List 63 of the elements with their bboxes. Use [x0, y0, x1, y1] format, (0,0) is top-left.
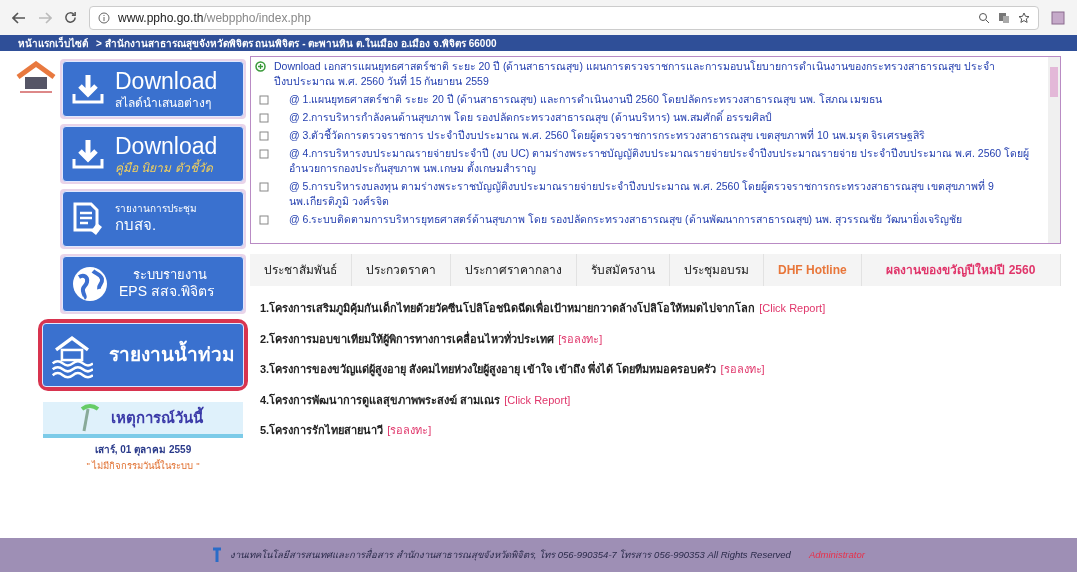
zoom-icon[interactable]	[978, 11, 990, 24]
plus-circle-icon	[255, 61, 266, 72]
pin-icon	[212, 547, 223, 563]
extension-icon[interactable]	[1051, 10, 1065, 25]
button-title: ระบบรายงาน	[133, 267, 208, 284]
no-events-text: " ไม่มีกิจกรรมวันนี้ในระบบ "	[86, 459, 200, 473]
button-subtitle: คู่มือ นิยาม ตัวชี้วัด	[115, 160, 214, 176]
address-bar[interactable]: www.ppho.go.th/webppho/index.php	[89, 5, 1039, 30]
sidebar-button[interactable]: รายงานการประชุม กบสจ.	[62, 191, 244, 247]
report-link[interactable]: [รอลงทะ]	[387, 422, 432, 439]
star-icon[interactable]	[1018, 11, 1030, 24]
download-icon	[71, 137, 105, 171]
sidebar-button[interactable]: ระบบรายงาน EPS สสจ.พิจิตร	[62, 256, 244, 312]
project-title: 1.โครงการเสริมภูมิคุ้มกันเด็กไทยด้วยวัคซีนโปลิโอชนิดฉีดเพื่อเป้าหมายกวาดล้างโปลิโอให้หมดไปจากโลก	[260, 300, 756, 317]
house-logo	[14, 61, 58, 95]
tab[interactable]: ประกาศราคากลาง	[451, 254, 577, 286]
report-link[interactable]: [รอลงทะ]	[558, 330, 603, 347]
project-title: 2.โครงการมอบขาเทียมให้ผู้พิการทางการเคลื่อนไหวทั่วประเทศ	[260, 330, 555, 347]
back-icon[interactable]	[12, 11, 26, 24]
download-icon	[71, 72, 105, 106]
scrollbar[interactable]	[1048, 57, 1060, 243]
tab[interactable]: ผลงานของขวัญปีใหม่ปี 2560	[861, 254, 1061, 286]
button-subtitle: กบสจ.	[115, 215, 158, 235]
document-icon	[71, 201, 105, 237]
report-link[interactable]: [รอลงทะ]	[720, 361, 765, 378]
scrollbar-thumb[interactable]	[1050, 67, 1058, 97]
announcement-link[interactable]: @ 6.ระบบติดตามการบริหารยุทธศาสตร์ด้านสุขภาพ โดย รองปลัดกระทรวงสาธารณสุข (ด้านพัฒนาการสาธารณสุข) นพ. สุวรรณชัย วัฒนายิ่งเจริญชัย	[289, 212, 962, 227]
button-subtitle: สไลด์นำเสนอต่างๆ	[115, 95, 212, 111]
announcement-link[interactable]: @ 2.การบริหารกำลังคนด้านสุขภาพ โดย รองปลัดกระทรวงสาธารณสุข (ด้านบริหาร) นพ.สมศักดิ์ อรรฆศิลป์	[289, 110, 772, 125]
event-date: เสาร์, 01 ตุลาคม 2559	[94, 443, 192, 457]
announcement-link[interactable]: @ 5.การบริหารงบลงทุน ตามร่างพระราชบัญญัติงบประมาณรายจ่ายประจำปีงบประมาณ พ.ศ. 2560 โดยผู้ตรวจราชการกระทรวงสาธารณสุข เขตสุขภาพที่ 9 นพ.เกียรติภูมิ วงศ์รจิต	[289, 179, 1044, 209]
announcement-link[interactable]: @ 4.การบริหารงบประมาณรายจ่ายประจำปี (งบ UC) ตามร่างพระราชบัญญัติงบประมาณรายจ่ายประจำปีงบประมาณรายจ่าย ประจำปีงบประมาณ พ.ศ. 2560 โดยผู้อำนวยการกองประกันสุขภาพ นพ.เกษม ตั้งเกษมสำราญ	[289, 146, 1044, 176]
project-title: 4.โครงการพัฒนาการดูแลสุขภาพพระสงฆ์ สามเณร	[260, 392, 501, 408]
report-link[interactable]: [Click Report]	[504, 391, 571, 408]
button-title: รายงานการประชุม	[115, 203, 197, 216]
button-title: Download	[115, 67, 218, 96]
breadcrumb-link[interactable]: หน้าแรกเว็บไซต์	[18, 35, 88, 51]
footer-text: งานเทคโนโลยีสารสนเทศและการสื่อสาร สำนักงานสาธารณสุขจังหวัดพิจิตร, โทร 056-990354-7 โทรสาร 056-990353 All Rights Reserved	[230, 547, 791, 563]
button-subtitle: EPS สสจ.พิจิตร	[119, 283, 215, 301]
events-title: เหตุการณ์วันนี้	[108, 405, 206, 431]
project-title: 5.โครงการรักไทยสายนาวี	[260, 422, 384, 438]
announcement-link[interactable]: Download เอกสารแผนยุทธศาสตร์ชาติ ระยะ 20 ปี (ด้านสาธารณสุข) แผนการตรวจราชการและการมอบนโยบายการดำเนินงานของกระทรวงสาธารณสุข ประจำปีงบประมาณ พ.ศ. 2560 วันที่ 15 กันยายน 2559	[274, 59, 1044, 89]
translate-icon[interactable]	[998, 11, 1010, 24]
sidebar-button[interactable]: Download คู่มือ นิยาม ตัวชี้วัด	[62, 126, 244, 182]
info-icon[interactable]	[98, 11, 110, 24]
tab[interactable]: รับสมัครงาน	[577, 254, 670, 286]
announcement-link[interactable]: @ 1.แผนยุทธศาสตร์ชาติ ระยะ 20 ปี (ด้านสาธารณสุข) และการดำเนินงานปี 2560 โดยปลัดกระทรวงสาธารณสุข นพ. โสภณ เมฆธน	[289, 92, 883, 107]
button-title: Download	[115, 132, 218, 160]
tab[interactable]: ประชาสัมพันธ์	[250, 254, 352, 286]
sidebar-button[interactable]: รายงานน้ำท่วม	[42, 323, 244, 387]
url-text: www.ppho.go.th/webppho/index.php	[118, 9, 311, 27]
announcement-link[interactable]: @ 3.ตัวชี้วัดการตรวจราชการ ประจำปีงบประมาณ พ.ศ. 2560 โดยผู้ตรวจราชการกระทรวงสาธารณสุข เขตสุขภาพที่ 10 นพ.มรุต จิรเศรษฐสิริ	[289, 128, 926, 143]
palm-tree-icon	[80, 403, 100, 433]
project-title: 3.โครงการของขวัญแด่ผู้สูงอายุ สังคมไทยห่วงใยผู้สูงอายุ เข้าใจ เข้าถึง พึ่งได้ โดยทีมหมอครอบครัว	[260, 361, 717, 378]
reload-icon[interactable]	[64, 11, 77, 24]
report-link[interactable]: [Click Report]	[759, 300, 826, 317]
breadcrumb-text: > สำนักงานสาธารณสุขจังหวัดพิจิตร ถนนพิจิตร - ตะพานหิน ต.ในเมือง อ.เมือง จ.พิจิตร 66000	[96, 36, 497, 51]
page-icon	[259, 215, 269, 225]
sidebar-button[interactable]: Download สไลด์นำเสนอต่างๆ	[62, 61, 244, 117]
globe-icon	[71, 265, 109, 303]
tab[interactable]: ประกวดราคา	[352, 254, 451, 286]
tab[interactable]: ประชุมอบรม	[670, 254, 764, 286]
page-icon	[259, 182, 269, 192]
